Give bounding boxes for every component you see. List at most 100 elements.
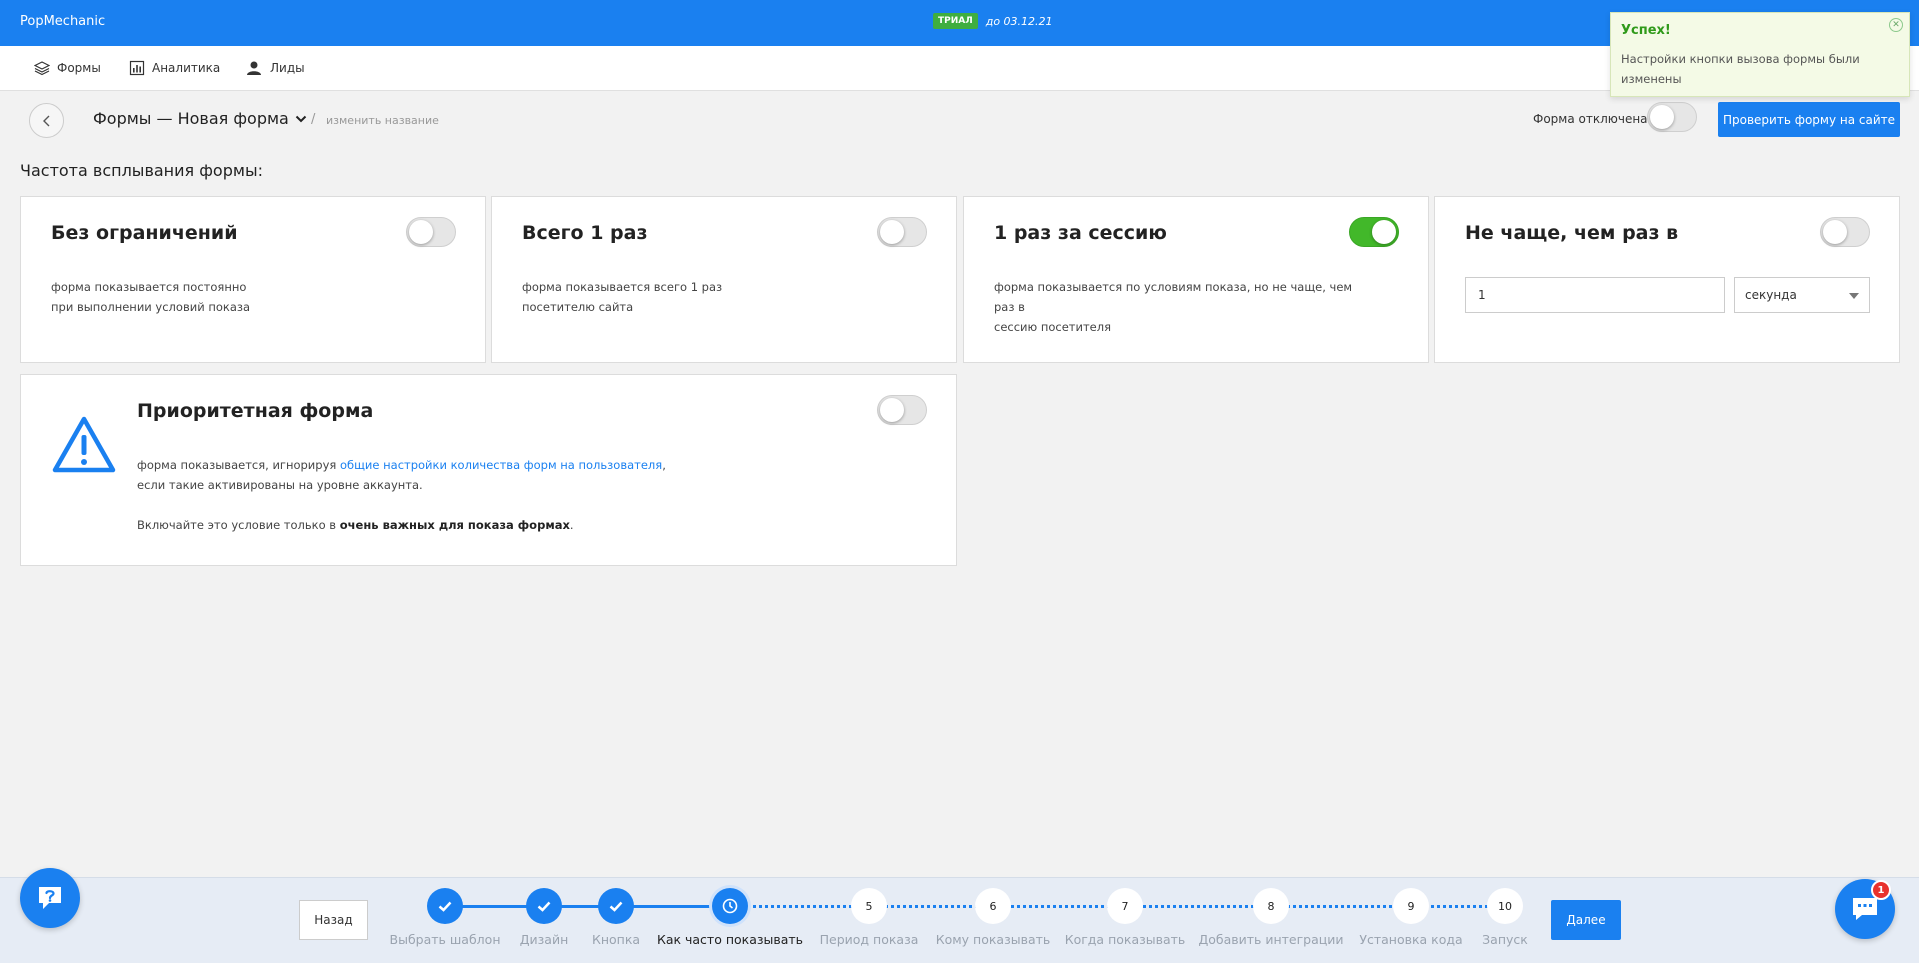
wizard-back-button[interactable]: Назад xyxy=(299,900,368,940)
priority-toggle[interactable] xyxy=(877,395,927,425)
question-icon xyxy=(39,887,61,909)
option-toggle-unlimited[interactable] xyxy=(406,217,456,247)
chevron-left-icon xyxy=(42,115,49,126)
account-settings-link[interactable]: общие настройки количества форм на польз… xyxy=(340,458,662,472)
option-title: 1 раз за сессию xyxy=(994,222,1167,244)
user-icon xyxy=(247,61,261,75)
description-line: посетителю сайта xyxy=(522,300,634,314)
option-toggle-once[interactable] xyxy=(877,217,927,247)
option-card-unlimited: Без ограничений форма показывается посто… xyxy=(20,196,486,363)
form-title-dropdown[interactable]: Формы — Новая форма xyxy=(93,109,307,128)
toast-message: Настройки кнопки вызова формы были измен… xyxy=(1621,52,1860,86)
timer-icon xyxy=(722,898,738,914)
step-4-label[interactable]: Как часто показывать xyxy=(657,932,803,947)
toggle-knob xyxy=(1823,220,1847,244)
description-line: сессию посетителя xyxy=(994,320,1112,334)
back-button[interactable] xyxy=(29,103,64,138)
toggle-knob xyxy=(880,398,904,422)
step-2-dot[interactable] xyxy=(526,888,562,924)
check-icon xyxy=(438,901,452,912)
toggle-knob xyxy=(409,220,433,244)
step-8-label[interactable]: Добавить интеграции xyxy=(1198,932,1343,947)
rename-link[interactable]: изменить название xyxy=(326,114,439,127)
toggle-knob xyxy=(1372,220,1396,244)
dropdown-arrow-icon xyxy=(1849,293,1859,299)
priority-note: Включайте это условие только в очень важ… xyxy=(137,515,697,535)
brand-logo[interactable]: PopMechanic xyxy=(20,14,105,29)
step-9-dot[interactable]: 9 xyxy=(1393,888,1429,924)
step-5-label[interactable]: Период показа xyxy=(820,932,919,947)
step-7-label[interactable]: Когда показывать xyxy=(1065,932,1186,947)
priority-note-text: . xyxy=(569,518,574,532)
step-2-label[interactable]: Дизайн xyxy=(520,932,569,947)
step-8-dot[interactable]: 8 xyxy=(1253,888,1289,924)
priority-desc-line2: если такие активированы на уровне аккаун… xyxy=(137,478,423,492)
description-line: при выполнении условий показа xyxy=(51,300,251,314)
option-toggle-per-session[interactable] xyxy=(1349,217,1399,247)
option-description: форма показывается по условиям показа, н… xyxy=(994,277,1374,337)
warning-icon xyxy=(52,416,116,473)
toggle-knob xyxy=(1650,105,1674,129)
priority-desc-line1: форма показывается, игнорируя общие наст… xyxy=(137,455,697,475)
step-4-dot[interactable] xyxy=(712,888,748,924)
check-icon xyxy=(537,901,551,912)
progress-track-done xyxy=(445,905,730,908)
step-3-dot[interactable] xyxy=(598,888,634,924)
toast-title: Успех! xyxy=(1621,23,1671,38)
step-6-label[interactable]: Кому показывать xyxy=(936,932,1051,947)
nav-item-label: Аналитика xyxy=(152,61,221,75)
option-card-once: Всего 1 раз форма показывается всего 1 р… xyxy=(491,196,957,363)
step-6-dot[interactable]: 6 xyxy=(975,888,1011,924)
chevron-down-icon xyxy=(295,115,307,122)
form-enabled-toggle[interactable] xyxy=(1647,102,1697,132)
nav-item-forms[interactable]: Формы xyxy=(34,60,101,76)
step-1-dot[interactable] xyxy=(427,888,463,924)
option-toggle-interval[interactable] xyxy=(1820,217,1870,247)
wizard-next-button[interactable]: Далее xyxy=(1551,900,1621,940)
priority-desc-text: , xyxy=(662,458,666,472)
form-status-label: Форма отключена xyxy=(1533,112,1648,126)
layers-icon xyxy=(34,61,50,76)
trial-badge: ТРИАЛ xyxy=(933,13,978,29)
nav-item-analytics[interactable]: Аналитика xyxy=(129,60,220,76)
unread-badge: 1 xyxy=(1871,880,1891,900)
section-title: Частота всплывания формы: xyxy=(20,161,263,180)
option-card-per-session: 1 раз за сессию форма показывается по ус… xyxy=(963,196,1429,363)
interval-unit-value: секунда xyxy=(1745,288,1797,302)
close-icon[interactable]: ✕ xyxy=(1889,18,1903,32)
option-title: Без ограничений xyxy=(51,222,238,244)
priority-card: Приоритетная форма форма показывается, и… xyxy=(20,374,957,566)
trial-until: до 03.12.21 xyxy=(985,14,1053,28)
option-title: Не чаще, чем раз в xyxy=(1465,222,1679,244)
option-title: Всего 1 раз xyxy=(522,222,648,244)
priority-description: форма показывается, игнорируя общие наст… xyxy=(137,455,697,535)
step-7-dot[interactable]: 7 xyxy=(1107,888,1143,924)
step-9-label[interactable]: Установка кода xyxy=(1359,932,1462,947)
step-5-dot[interactable]: 5 xyxy=(851,888,887,924)
help-button[interactable] xyxy=(20,868,80,928)
step-10-dot[interactable]: 10 xyxy=(1487,888,1523,924)
step-3-label[interactable]: Кнопка xyxy=(592,932,640,947)
interval-unit-select[interactable]: секунда xyxy=(1734,277,1870,313)
description-line: форма показывается по условиям показа, н… xyxy=(994,280,1353,314)
toggle-knob xyxy=(880,220,904,244)
step-10-label[interactable]: Запуск xyxy=(1482,932,1528,947)
check-icon xyxy=(609,901,623,912)
bar-chart-icon xyxy=(129,60,145,76)
chat-icon xyxy=(1853,898,1877,920)
check-form-button[interactable]: Проверить форму на сайте xyxy=(1718,102,1900,137)
option-description: форма показывается всего 1 раз посетител… xyxy=(522,277,902,317)
nav-item-leads[interactable]: Лиды xyxy=(245,60,305,76)
priority-title: Приоритетная форма xyxy=(137,400,374,422)
breadcrumb-separator: / xyxy=(311,112,316,127)
trial-info: ТРИАЛ до 03.12.21 xyxy=(933,13,1053,29)
option-card-interval: Не чаще, чем раз в секунда xyxy=(1434,196,1900,363)
priority-desc-text: форма показывается, игнорируя xyxy=(137,458,340,472)
interval-value-input[interactable] xyxy=(1465,277,1725,313)
option-description: форма показывается постоянно при выполне… xyxy=(51,277,431,317)
wizard-bar xyxy=(0,877,1919,963)
success-toast: Успех! ✕ Настройки кнопки вызова формы б… xyxy=(1610,12,1910,97)
priority-note-bold: очень важных для показа формах xyxy=(339,518,570,532)
step-1-label[interactable]: Выбрать шаблон xyxy=(390,932,501,947)
